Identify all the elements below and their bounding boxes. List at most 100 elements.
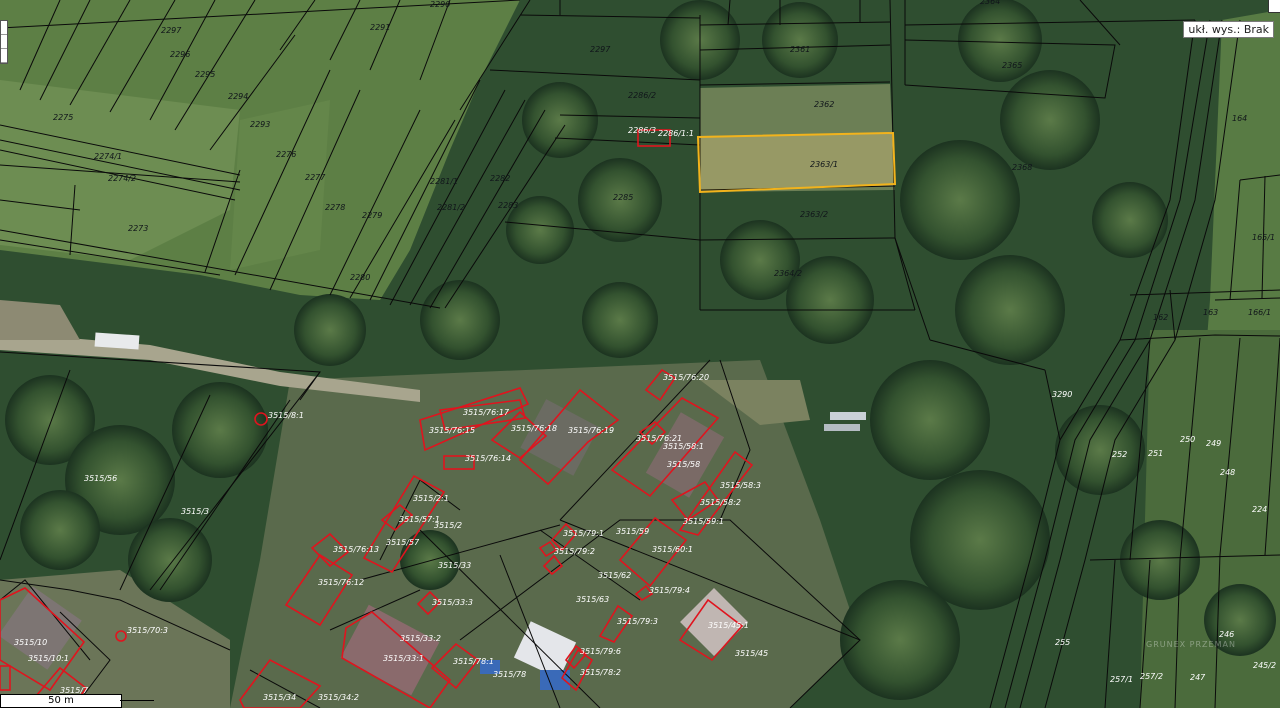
parcel-label: 3515/62: [598, 571, 631, 580]
parcel-label: 3515/58: [667, 460, 700, 469]
parcel-label: 255: [1055, 638, 1070, 647]
parcel-label: 3515/60:1: [652, 545, 693, 554]
parcel-label: 252: [1112, 450, 1127, 459]
parcel-label: 246: [1219, 630, 1234, 639]
parcel-label: 251: [1148, 449, 1163, 458]
scale-bar: 50 m: [0, 694, 122, 708]
parcel-label: 2365: [1002, 61, 1022, 70]
parcel-label: 2278: [325, 203, 345, 212]
parcel-label: 3515/58:1: [663, 442, 704, 451]
parcel-label: 2282: [490, 174, 510, 183]
parcel-label: 2361: [790, 45, 810, 54]
parcel-label: 3515/79:1: [563, 529, 604, 538]
parcel-label: 2363/2: [800, 210, 828, 219]
scale-bar-tail: [120, 700, 154, 701]
parcel-label: 3515/79:6: [580, 647, 621, 656]
tool-button[interactable]: [1, 49, 7, 63]
parcel-label: 2294: [228, 92, 248, 101]
parcel-label: 3515/59: [616, 527, 649, 536]
parcel-label: 163: [1203, 308, 1218, 317]
parcel-label: 3515/33: [438, 561, 471, 570]
parcel-label: 2283: [498, 201, 518, 210]
parcel-label: 2295: [195, 70, 215, 79]
parcel-label: 3515/78: [493, 670, 526, 679]
parcel-label: 2290: [430, 0, 450, 9]
parcel-label: 3515/70:3: [127, 626, 168, 635]
parcel-label: 2274/2: [108, 174, 136, 183]
map-tool-buttons[interactable]: [0, 20, 8, 64]
parcel-label: 3515/63: [576, 595, 609, 604]
parcel-label: 3515/8:1: [268, 411, 304, 420]
parcel-label: 3515/76:12: [318, 578, 364, 587]
parcel-label: 247: [1190, 673, 1206, 682]
parcel-label: 257/2: [1140, 672, 1163, 681]
parcel-label: 3515/76:20: [663, 373, 709, 382]
parcel-label: 3515/33:2: [400, 634, 441, 643]
parcel-label: 2296: [170, 50, 190, 59]
parcel-label: 3515/76:13: [333, 545, 379, 554]
parcel-label: 2363/1: [810, 160, 838, 169]
parcel-label: 2274/1: [94, 152, 122, 161]
tool-button[interactable]: [1, 21, 7, 35]
parcel-label: 165/1: [1252, 233, 1275, 242]
parcel-label: 3515/45: [735, 649, 768, 658]
parcel-label: 3515/2: [434, 521, 462, 530]
tool-button[interactable]: [1, 35, 7, 49]
parcel-label: 2281/1: [430, 177, 458, 186]
parcel-label: 3515/45:1: [708, 621, 749, 630]
parcel-label: 224: [1252, 505, 1267, 514]
parcel-label: 3515/34:2: [318, 693, 359, 702]
parcel-label: 2293: [250, 120, 270, 129]
parcel-label: 3515/76:15: [429, 426, 475, 435]
parcel-label: 166/1: [1248, 308, 1271, 317]
parcel-label: 3515/3: [181, 507, 209, 516]
parcel-label: 2291: [370, 23, 390, 32]
meadow-strip: [230, 100, 330, 270]
watermark: GRUNEX PRZEMAN: [1146, 640, 1236, 649]
parcel-label: 2364/2: [774, 269, 802, 278]
parcel-label: 3515/78:1: [453, 657, 494, 666]
parcel-label: 257/1: [1110, 675, 1133, 684]
cadastral-map[interactable]: 2290 2297 2296 2295 2294 2293 2291 2275 …: [0, 0, 1280, 708]
parcel-label: 2297: [590, 45, 611, 54]
parcel-label: 2285: [613, 193, 633, 202]
parcel-label: 3515/79:2: [554, 547, 595, 556]
parcel-label: 2364: [980, 0, 1000, 6]
meadow-southeast: [1140, 330, 1280, 708]
parcel-label: 2279: [362, 211, 382, 220]
parcel-label: 245/2: [1253, 661, 1276, 670]
parcel-label: 3515/10:1: [28, 654, 69, 663]
parcel-label: 3515/58:3: [720, 481, 761, 490]
parcel-label: 2286/1:1: [658, 129, 694, 138]
parcel-label: 2273: [128, 224, 148, 233]
parcel-label: 2277: [305, 173, 326, 182]
parcel-label: 3515/58:2: [700, 498, 741, 507]
parcel-label: 2276: [276, 150, 296, 159]
parcel-label: 3515/59:1: [683, 517, 724, 526]
selected-parcel-2363-1[interactable]: [696, 131, 897, 194]
parcel-label: 2275: [53, 113, 73, 122]
panel-toggle[interactable]: [1268, 0, 1280, 13]
parcel-label: 3515/33:3: [432, 598, 473, 607]
elevation-system-indicator: ukł. wys.: Brak: [1183, 21, 1274, 38]
parcel-label: 3515/76:18: [511, 424, 557, 433]
parcel-label: 3515/2:1: [413, 494, 449, 503]
parcel-label: 162: [1153, 313, 1168, 322]
parcel-label: 3515/78:2: [580, 668, 621, 677]
parcel-label: 2362: [814, 100, 834, 109]
parcel-label: 3515/79:4: [649, 586, 690, 595]
parcel-label: 3515/76:19: [568, 426, 614, 435]
parcel-label: 3515/57: [386, 538, 420, 547]
parcel-label: 3515/76:14: [465, 454, 511, 463]
parcel-label: 2286/2: [628, 91, 656, 100]
parcel-label: 250: [1180, 435, 1195, 444]
parcel-label: 3515/79:3: [617, 617, 658, 626]
parcel-label: 2286/3: [628, 126, 656, 135]
parcel-label: 2297: [161, 26, 182, 35]
parcel-label: 2368: [1012, 163, 1032, 172]
parcel-label: 3515/34: [263, 693, 296, 702]
parcel-label: 164: [1232, 114, 1247, 123]
parcel-label: 3515/10: [14, 638, 47, 647]
parcel-label: 3515/56: [84, 474, 117, 483]
parcel-label: 3290: [1052, 390, 1072, 399]
